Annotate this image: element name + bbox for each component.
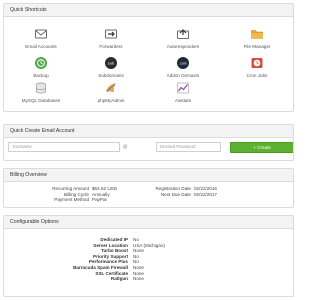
email-create-row: Yourname @ Desired Password + Create — [4, 138, 293, 160]
shortcut-mysql-databases[interactable]: MySQL Databases — [6, 81, 76, 103]
shortcut-autoresponders[interactable]: Autoresponders — [148, 27, 218, 49]
option-label: Performance Plus — [88, 259, 128, 265]
email-password-input[interactable]: Desired Password — [156, 142, 221, 152]
mysql-databases-icon — [36, 82, 46, 94]
shortcut-label: Subdomains — [98, 73, 124, 78]
shortcut-label: Backup — [33, 73, 49, 78]
autoresponders-icon — [177, 29, 189, 39]
option-value: None — [133, 276, 144, 282]
billing-value: 02/22/2017 — [194, 191, 217, 197]
option-label: SSL Certificate — [95, 270, 128, 276]
option-value: None — [133, 270, 144, 276]
shortcut-email-accounts[interactable]: Email Accounts — [6, 27, 76, 49]
awstats-icon — [177, 82, 189, 94]
addon-domains-icon: .com — [177, 57, 189, 69]
shortcut-cron-jobs[interactable]: Cron Jobs — [222, 56, 292, 78]
shortcut-subdomains[interactable]: sub Subdomains — [76, 56, 146, 78]
cron-jobs-icon — [251, 58, 263, 68]
option-label: Turbo Boost — [101, 248, 128, 254]
billing-payment-method: Payment Method PayPal — [4, 197, 107, 203]
billing-label: Payment Method — [54, 197, 89, 202]
option-value: None — [133, 248, 144, 254]
option-value: None — [133, 265, 144, 270]
option-label: Priority Support — [93, 253, 128, 259]
quick-create-email-panel: Quick Create Email Account Yourname @ De… — [3, 124, 294, 161]
shortcut-backup[interactable]: Backup — [6, 56, 76, 78]
shortcut-addon-domains[interactable]: .com Addon Domains — [148, 56, 218, 78]
backup-icon — [35, 57, 47, 69]
shortcut-phpmyadmin[interactable]: phpMyAdmin — [76, 81, 146, 103]
quick-shortcuts-panel: Quick Shortcuts Email Accounts Forwarder… — [3, 3, 294, 112]
create-email-button[interactable]: + Create — [230, 141, 293, 153]
svg-text:.com: .com — [179, 61, 187, 65]
billing-next-due-date: Next Due Date 02/22/2017 — [114, 192, 217, 198]
svg-text:sub: sub — [108, 61, 115, 66]
shortcut-label: File Manager — [243, 44, 271, 49]
shortcut-label: Addon Domains — [166, 73, 200, 78]
shortcut-label: Cron Jobs — [246, 73, 268, 78]
option-value: USA (Michigan) — [133, 242, 165, 248]
billing-overview-panel: Billing Overview Recurring Amount $64.62 … — [3, 168, 294, 208]
email-accounts-icon — [35, 29, 47, 39]
option-value: No — [133, 237, 139, 242]
option-value: No — [133, 259, 139, 265]
configurable-options-panel: Configurable Options Dedicated IP No Ser… — [3, 215, 294, 297]
quick-create-email-title: Quick Create Email Account — [4, 125, 293, 138]
shortcut-label: phpMyAdmin — [97, 98, 125, 103]
option-label: Server Location — [93, 242, 128, 248]
billing-label: Next Due Date — [160, 191, 191, 197]
shortcuts-grid: Email Accounts Forwarders Autoresponders… — [4, 17, 293, 111]
option-label: Barracuda Spam Firewall — [73, 265, 128, 270]
billing-value: PayPal — [92, 197, 107, 202]
shortcut-label: Autoresponders — [166, 44, 200, 49]
option-label: Ratlgun — [110, 276, 128, 282]
option-label: Dedicated IP — [100, 237, 128, 242]
shortcut-label: Awstats — [175, 98, 191, 103]
option-value: No — [133, 253, 139, 259]
shortcut-awstats[interactable]: Awstats — [148, 81, 218, 103]
phpmyadmin-icon — [106, 83, 116, 93]
file-manager-icon — [251, 30, 263, 39]
forwarders-icon — [105, 29, 117, 39]
shortcut-label: MySQL Databases — [21, 98, 61, 103]
shortcut-file-manager[interactable]: File Manager — [222, 27, 292, 49]
shortcut-label: Email Accounts — [25, 44, 57, 49]
quick-shortcuts-title: Quick Shortcuts — [4, 4, 293, 17]
shortcut-forwarders[interactable]: Forwarders — [76, 27, 146, 49]
subdomains-icon: sub — [105, 57, 117, 69]
shortcut-label: Forwarders — [99, 44, 123, 49]
billing-overview-title: Billing Overview — [4, 169, 293, 182]
email-at-sign: @ — [123, 144, 128, 149]
email-username-input[interactable]: Yourname — [8, 142, 120, 152]
configurable-options-title: Configurable Options — [4, 216, 293, 229]
